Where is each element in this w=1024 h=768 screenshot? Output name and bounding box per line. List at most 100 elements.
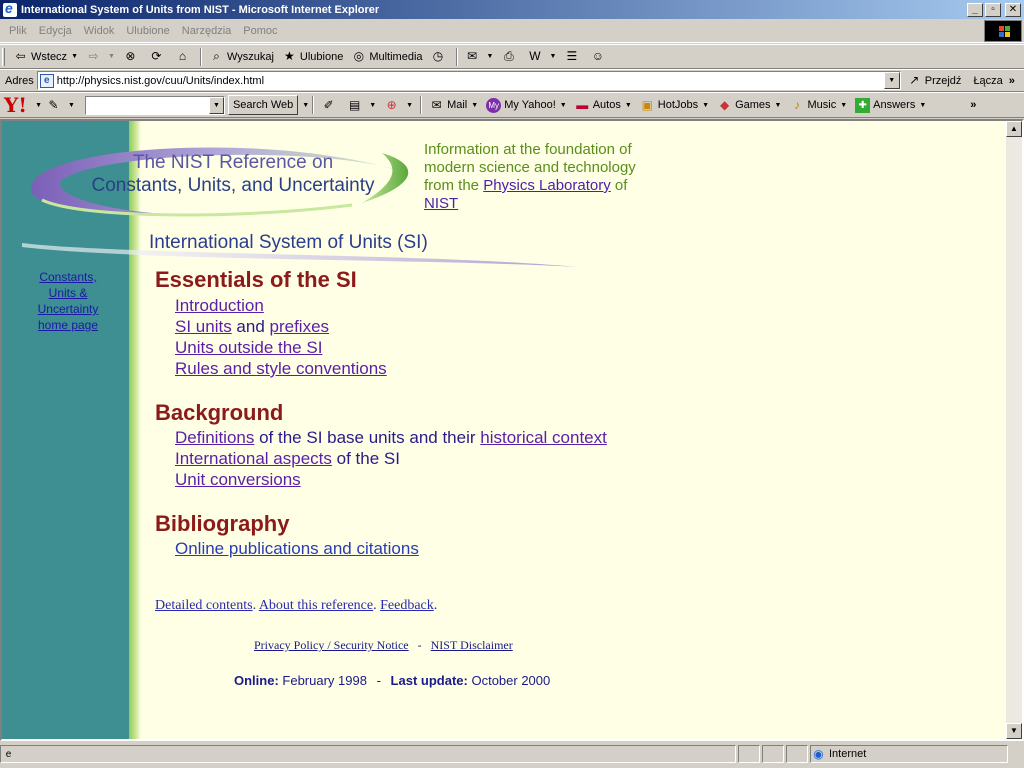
go-button[interactable]: ↗ Przejdź xyxy=(907,73,961,88)
nist-link[interactable]: NIST xyxy=(424,195,458,212)
discuss-icon: ☰ xyxy=(566,49,578,63)
chevron-down-icon[interactable]: ▼ xyxy=(68,102,75,109)
units-outside-si-link[interactable]: Units outside the SI xyxy=(175,338,322,357)
chevron-down-icon[interactable]: ▼ xyxy=(560,102,567,109)
close-button[interactable]: ✕ xyxy=(1005,2,1021,17)
more-chevron-icon[interactable]: » xyxy=(970,99,976,111)
unit-conversions-link[interactable]: Unit conversions xyxy=(175,470,301,489)
media-button[interactable]: ◎ Multimedia xyxy=(347,46,426,68)
menu-tools[interactable]: Narzędzia xyxy=(176,25,238,37)
menu-view[interactable]: Widok xyxy=(78,25,121,37)
mail-icon: ✉ xyxy=(466,49,478,63)
links-button[interactable]: Łącza xyxy=(973,75,1002,87)
scroll-up-button[interactable]: ▲ xyxy=(1006,121,1022,137)
chevron-down-icon[interactable]: ▼ xyxy=(883,72,900,89)
games-button[interactable]: ◆ Games ▼ xyxy=(713,94,785,116)
mail-button[interactable]: ✉ ▼ xyxy=(461,46,498,68)
menu-file[interactable]: Plik xyxy=(3,25,33,37)
toolbar-grip[interactable] xyxy=(2,47,5,66)
chevron-down-icon[interactable]: ▼ xyxy=(369,102,376,109)
media-label: Multimedia xyxy=(369,50,423,63)
chevron-down-icon[interactable]: ▼ xyxy=(302,102,309,109)
yahoo-mail-button[interactable]: ✉ Mail ▼ xyxy=(425,94,482,116)
address-url[interactable]: http://physics.nist.gov/cuu/Units/index.… xyxy=(57,75,264,87)
address-input[interactable]: e http://physics.nist.gov/cuu/Units/inde… xyxy=(36,71,901,90)
nist-disclaimer-link[interactable]: NIST Disclaimer xyxy=(431,638,513,652)
answers-button[interactable]: ✚ Answers ▼ xyxy=(851,94,930,116)
refresh-button[interactable]: ⟳ xyxy=(145,46,171,68)
list-item: Units outside the SI xyxy=(175,338,322,358)
introduction-link[interactable]: Introduction xyxy=(175,296,264,315)
messenger-button[interactable]: ☺ xyxy=(586,46,612,68)
nist-logo-title[interactable]: The NIST Reference on Constants, Units, … xyxy=(68,151,398,197)
favorites-button[interactable]: ★ Ulubione xyxy=(278,46,347,68)
chevron-down-icon[interactable]: ▼ xyxy=(840,102,847,109)
chevron-down-icon[interactable]: ▼ xyxy=(625,102,632,109)
more-chevron-icon[interactable]: » xyxy=(1009,75,1015,87)
highlight-button[interactable]: ✐ xyxy=(317,94,343,116)
privacy-policy-link[interactable]: Privacy Policy / Security Notice xyxy=(254,638,409,652)
window-button[interactable]: ▤ ▼ xyxy=(343,94,380,116)
chevron-down-icon[interactable]: ▼ xyxy=(471,102,478,109)
print-button[interactable]: ⎙ xyxy=(497,46,523,68)
music-button[interactable]: ♪ Music ▼ xyxy=(785,94,851,116)
minimize-button[interactable]: _ xyxy=(967,2,983,17)
list-item: Rules and style conventions xyxy=(175,359,387,379)
detailed-contents-link[interactable]: Detailed contents xyxy=(155,598,253,613)
yahoo-search-input[interactable]: ▼ xyxy=(84,95,225,115)
hotjobs-label: HotJobs xyxy=(657,99,699,111)
list-item: International aspects of the SI xyxy=(175,449,400,469)
back-button[interactable]: ⇦ Wstecz ▼ xyxy=(9,46,82,68)
menu-favorites[interactable]: Ulubione xyxy=(120,25,175,37)
item-text: of the SI xyxy=(331,449,400,468)
chevron-down-icon[interactable]: ▼ xyxy=(549,53,556,60)
vertical-scrollbar[interactable]: ▲ ▼ xyxy=(1006,121,1022,739)
about-reference-link[interactable]: About this reference xyxy=(259,598,373,613)
pencil-button[interactable]: ✎ ▼ xyxy=(42,94,79,116)
maximize-button[interactable]: ▫ xyxy=(985,2,1001,17)
online-publications-link[interactable]: Online publications and citations xyxy=(175,539,419,558)
scroll-down-button[interactable]: ▼ xyxy=(1006,723,1022,739)
chevron-down-icon[interactable]: ▼ xyxy=(702,102,709,109)
messenger-icon: ☺ xyxy=(591,49,605,63)
item-text: and xyxy=(231,317,270,336)
page-icon: e xyxy=(39,73,54,88)
chevron-down-icon[interactable]: ▼ xyxy=(487,53,494,60)
stop-button[interactable]: ⊗ xyxy=(119,46,145,68)
discuss-button[interactable]: ☰ xyxy=(560,46,586,68)
list-item: Unit conversions xyxy=(175,470,301,490)
edit-button[interactable]: W ▼ xyxy=(523,46,560,68)
menu-help[interactable]: Pomoc xyxy=(237,25,283,37)
list-item: SI units and prefixes xyxy=(175,317,329,337)
international-aspects-link[interactable]: International aspects xyxy=(175,449,332,468)
chevron-down-icon[interactable]: ▼ xyxy=(108,53,115,60)
chevron-down-icon[interactable]: ▼ xyxy=(919,102,926,109)
rules-style-link[interactable]: Rules and style conventions xyxy=(175,359,387,378)
home-button[interactable]: ⌂ xyxy=(171,46,197,68)
chevron-down-icon[interactable]: ▼ xyxy=(35,102,42,109)
definitions-link[interactable]: Definitions xyxy=(175,428,254,447)
search-web-button[interactable]: Search Web xyxy=(227,95,299,115)
crosshair-button[interactable]: ⊕ ▼ xyxy=(380,94,417,116)
chevron-down-icon[interactable]: ▼ xyxy=(406,102,413,109)
chevron-down-icon[interactable]: ▼ xyxy=(775,102,782,109)
list-item: Definitions of the SI base units and the… xyxy=(175,428,607,448)
page-title: International System of Units (SI) xyxy=(149,232,428,253)
history-button[interactable]: ◷ xyxy=(427,46,453,68)
menu-edit[interactable]: Edycja xyxy=(33,25,78,37)
chevron-down-icon[interactable]: ▼ xyxy=(208,96,224,114)
hotjobs-button[interactable]: ▣ HotJobs ▼ xyxy=(636,94,713,116)
physics-lab-link[interactable]: Physics Laboratory xyxy=(483,177,611,194)
feedback-link[interactable]: Feedback xyxy=(380,598,434,613)
autos-button[interactable]: ▬ Autos ▼ xyxy=(571,94,636,116)
prefixes-link[interactable]: prefixes xyxy=(270,317,330,336)
search-button[interactable]: ⌕ Wyszukaj xyxy=(205,46,278,68)
side-home-link[interactable]: Constants, Units & Uncertainty home page xyxy=(32,269,104,333)
forward-button[interactable]: ⇨ ▼ xyxy=(82,46,119,68)
my-yahoo-button[interactable]: My My Yahoo! ▼ xyxy=(482,94,571,116)
si-units-link[interactable]: SI units xyxy=(175,317,232,336)
chevron-down-icon[interactable]: ▼ xyxy=(71,53,78,60)
historical-context-link[interactable]: historical context xyxy=(480,428,607,447)
toolbar-separator xyxy=(455,47,458,66)
yahoo-logo[interactable]: Y! xyxy=(4,93,27,117)
